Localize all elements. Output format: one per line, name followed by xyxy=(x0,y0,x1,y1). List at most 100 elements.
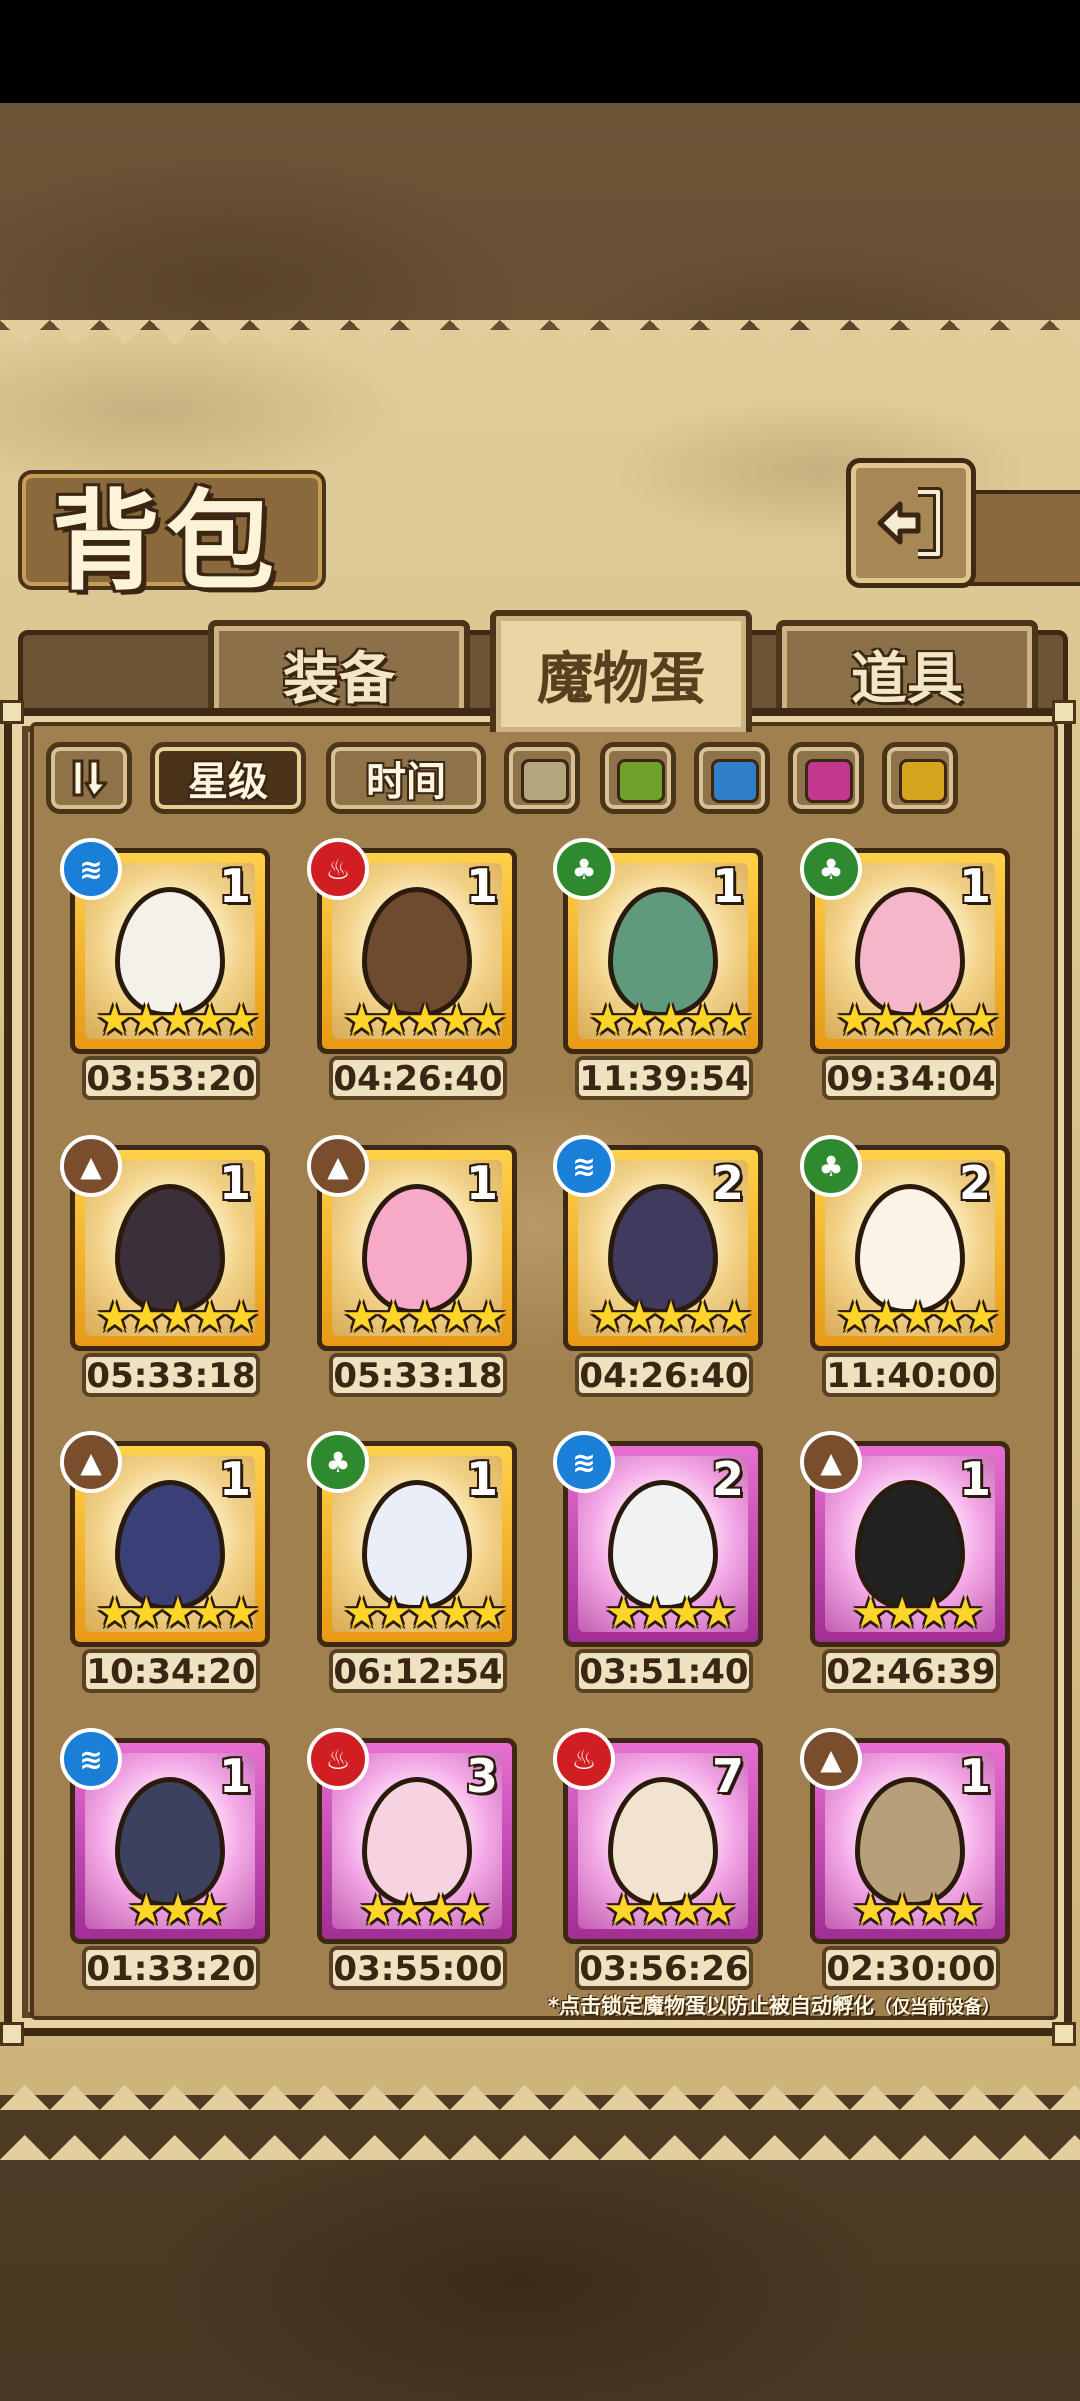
egg-count: 3 xyxy=(465,1749,498,1803)
egg-star-rating: ★★★★★ xyxy=(95,995,260,1044)
egg-star-rating: ★★★★ xyxy=(851,1588,985,1637)
egg-star-rating: ★★★★★ xyxy=(342,1588,507,1637)
egg-star-rating: ★★★★ xyxy=(604,1885,738,1934)
hatch-timer: 01:33:20 xyxy=(82,1946,260,1990)
hatch-timer: 03:51:40 xyxy=(575,1649,753,1693)
egg-star-rating: ★★★★★ xyxy=(95,1292,260,1341)
egg-count: 7 xyxy=(711,1749,744,1803)
torn-edge-bottom xyxy=(0,2080,1080,2160)
egg-star-rating: ★★★ xyxy=(127,1885,229,1934)
egg-card[interactable]: 1 ★★★★★ ♣ 11:39:54 xyxy=(553,838,769,1106)
nature-element-icon: ♣ xyxy=(800,1135,862,1197)
page-title: 背包 xyxy=(52,480,281,605)
egg-star-rating: ★★★★★ xyxy=(835,1292,1000,1341)
green-swatch-icon xyxy=(617,759,665,803)
egg-card[interactable]: 1 ★★★★ ▲ 02:46:39 xyxy=(800,1431,1016,1699)
panel-corner-stud xyxy=(0,700,24,724)
water-element-icon: ≋ xyxy=(553,1135,615,1197)
egg-star-rating: ★★★★ xyxy=(604,1588,738,1637)
earth-element-icon: ▲ xyxy=(800,1431,862,1493)
sort-order-button[interactable] xyxy=(46,742,132,814)
earth-element-icon: ▲ xyxy=(307,1135,369,1197)
egg-card[interactable]: 2 ★★★★★ ≋ 04:26:40 xyxy=(553,1135,769,1403)
hatch-timer: 04:26:40 xyxy=(575,1353,753,1397)
egg-count: 1 xyxy=(218,1156,251,1210)
earth-element-icon: ▲ xyxy=(60,1431,122,1493)
earth-element-icon: ▲ xyxy=(60,1135,122,1197)
blue-swatch-icon xyxy=(711,759,759,803)
hatch-timer: 11:40:00 xyxy=(822,1353,1000,1397)
egg-count: 1 xyxy=(958,1452,991,1506)
hatch-timer: 11:39:54 xyxy=(575,1056,753,1100)
water-element-icon: ≋ xyxy=(60,838,122,900)
earth-element-icon: ▲ xyxy=(800,1728,862,1790)
egg-count: 2 xyxy=(958,1156,991,1210)
egg-card[interactable]: 1 ★★★★★ ▲ 05:33:18 xyxy=(60,1135,276,1403)
egg-count: 1 xyxy=(711,859,744,913)
egg-count: 1 xyxy=(218,1749,251,1803)
yellow-swatch-icon xyxy=(899,759,947,803)
torn-edge-top xyxy=(0,320,1080,370)
egg-count: 1 xyxy=(465,1452,498,1506)
egg-star-rating: ★★★★★ xyxy=(95,1588,260,1637)
egg-star-rating: ★★★★★ xyxy=(835,995,1000,1044)
back-arrow-icon xyxy=(877,487,943,559)
filter-yellow-button[interactable] xyxy=(882,742,958,814)
sort-toggle-icon xyxy=(72,759,108,799)
egg-card[interactable]: 2 ★★★★ ≋ 03:51:40 xyxy=(553,1431,769,1699)
egg-count: 1 xyxy=(465,859,498,913)
lock-hint-note: （仅当前设备） xyxy=(873,1997,1000,2018)
back-button-rail xyxy=(966,490,1080,586)
hatch-timer: 05:33:18 xyxy=(329,1353,507,1397)
filter-pink-button[interactable] xyxy=(788,742,864,814)
filter-blue-button[interactable] xyxy=(694,742,770,814)
hatch-timer: 10:34:20 xyxy=(82,1649,260,1693)
egg-star-rating: ★★★★ xyxy=(358,1885,492,1934)
egg-card[interactable]: 1 ★★★★★ ≋ 03:53:20 xyxy=(60,838,276,1106)
pink-swatch-icon xyxy=(805,759,853,803)
fire-element-icon: ♨ xyxy=(307,1728,369,1790)
hatch-timer: 03:55:00 xyxy=(329,1946,507,1990)
hatch-timer: 04:26:40 xyxy=(329,1056,507,1100)
egg-card[interactable]: 1 ★★★★★ ▲ 10:34:20 xyxy=(60,1431,276,1699)
hatch-timer: 02:30:00 xyxy=(822,1946,1000,1990)
panel-corner-stud xyxy=(1052,700,1076,724)
egg-card[interactable]: 1 ★★★★★ ▲ 05:33:18 xyxy=(307,1135,523,1403)
egg-count: 2 xyxy=(711,1452,744,1506)
egg-card[interactable]: 1 ★★★ ≋ 01:33:20 xyxy=(60,1728,276,1996)
egg-star-rating: ★★★★★ xyxy=(588,995,753,1044)
egg-card[interactable]: 3 ★★★★ ♨ 03:55:00 xyxy=(307,1728,523,1996)
egg-count: 1 xyxy=(465,1156,498,1210)
back-button[interactable] xyxy=(846,458,976,588)
filter-green-button[interactable] xyxy=(600,742,676,814)
hatch-timer: 03:53:20 xyxy=(82,1056,260,1100)
egg-card[interactable]: 1 ★★★★ ▲ 02:30:00 xyxy=(800,1728,1016,1996)
egg-star-rating: ★★★★ xyxy=(851,1885,985,1934)
tab-items[interactable]: 道具 xyxy=(776,620,1038,722)
egg-count: 1 xyxy=(218,1452,251,1506)
egg-star-rating: ★★★★★ xyxy=(588,1292,753,1341)
egg-card[interactable]: 2 ★★★★★ ♣ 11:40:00 xyxy=(800,1135,1016,1403)
tab-equipment[interactable]: 装备 xyxy=(208,620,470,722)
egg-star-rating: ★★★★★ xyxy=(342,1292,507,1341)
water-element-icon: ≋ xyxy=(553,1431,615,1493)
lock-hint: *点击锁定魔物蛋以防止被自动孵化（仅当前设备） xyxy=(548,1990,1000,2020)
egg-card[interactable]: 1 ★★★★★ ♣ 06:12:54 xyxy=(307,1431,523,1699)
hatch-timer: 05:33:18 xyxy=(82,1353,260,1397)
egg-card[interactable]: 1 ★★★★★ ♨ 04:26:40 xyxy=(307,838,523,1106)
tab-monster-eggs[interactable]: 魔物蛋 xyxy=(490,610,752,732)
lock-hint-text: *点击锁定魔物蛋以防止被自动孵化 xyxy=(548,1994,874,2018)
hatch-timer: 03:56:26 xyxy=(575,1946,753,1990)
filter-star-button[interactable]: 星级 xyxy=(150,742,306,814)
hatch-timer: 09:34:04 xyxy=(822,1056,1000,1100)
nature-element-icon: ♣ xyxy=(800,838,862,900)
hatch-timer: 06:12:54 xyxy=(329,1649,507,1693)
panel-corner-stud xyxy=(0,2022,24,2046)
filter-time-button[interactable]: 时间 xyxy=(326,742,486,814)
egg-count: 1 xyxy=(958,1749,991,1803)
panel-corner-stud xyxy=(1052,2022,1076,2046)
filter-gray-button[interactable] xyxy=(504,742,580,814)
egg-card[interactable]: 7 ★★★★ ♨ 03:56:26 xyxy=(553,1728,769,1996)
egg-star-rating: ★★★★★ xyxy=(342,995,507,1044)
egg-card[interactable]: 1 ★★★★★ ♣ 09:34:04 xyxy=(800,838,1016,1106)
